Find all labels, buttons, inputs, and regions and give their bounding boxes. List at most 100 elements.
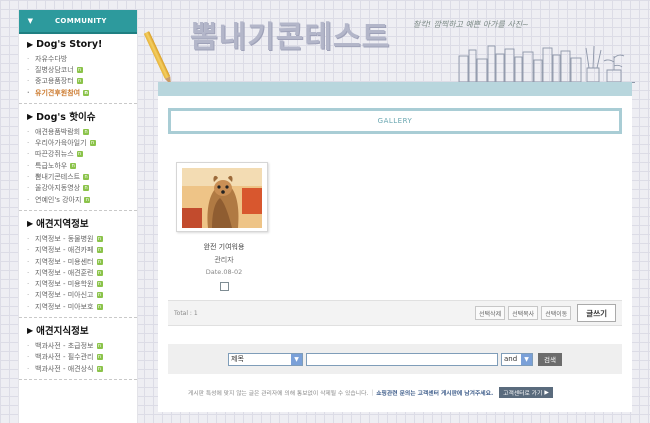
delete-selected-button[interactable]: 선택삭제 [475,306,506,320]
sidebar-section: ▶ 애견지역정보 · 지역정보 - 동물병원 n · 지역정보 - 애견카페 n · 지역정보 -… [19,211,137,319]
customer-center-button[interactable]: 고객센터로 가기 ▶ [499,387,553,398]
bullet-icon: · [27,280,30,289]
sidebar-item[interactable]: · 우리아가육아일기 n [27,137,137,148]
bullet-icon: · [27,246,30,255]
sidebar-section-label: Dog's Story! [36,39,103,50]
item-author: 관리자 [214,256,234,264]
sidebar-section-title[interactable]: ▶ Dog's Story! [27,39,137,50]
sidebar-item-label: 우리아가육아일기 [35,139,87,148]
new-badge-icon: n [84,196,91,203]
new-badge-icon: n [83,174,90,181]
new-badge-icon: n [70,162,77,169]
sidebar-item[interactable]: · 지역정보 - 미용센터 n [27,256,137,267]
community-header-label: COMMUNITY [55,17,107,25]
sidebar-item[interactable]: · 지역정보 - 애견카페 n [27,245,137,256]
customer-center-label: 고객센터로 가기 [503,391,543,397]
sidebar-item[interactable]: · 중고용품장터 n [27,76,137,87]
item-select-checkbox[interactable] [219,282,229,291]
search-button[interactable]: 검색 [538,352,562,366]
sidebar-item[interactable]: · 백과사전 - 애견상식 n [27,363,137,374]
sidebar-item-label: 따끈강쥐뉴스 [35,150,74,159]
item-date: Date.08-02 [205,268,243,276]
sidebar-item[interactable]: · 백과사전 - 필수관리 n [27,352,137,363]
sidebar-item-label: 질병상담코너 [35,65,74,74]
write-button[interactable]: 글쓰기 [577,304,616,322]
sidebar-item-label: 애견용품박람회 [35,127,81,136]
sidebar-item[interactable]: · 애견용품박람회 n [27,126,137,137]
sidebar-item[interactable]: · 유기견후원참여 n [27,87,137,98]
sidebar-item[interactable]: · 지역정보 - 미용학원 n [27,278,137,289]
sidebar-item[interactable]: · 뽐내기콘테스트 n [27,171,137,182]
bullet-icon: · [27,150,30,159]
bullet-icon: · [27,65,30,74]
sidebar-item-label: 지역정보 - 애견훈련 [35,268,94,277]
new-badge-icon: n [76,151,83,158]
community-header[interactable]: ▼ COMMUNITY [19,10,137,34]
search-field-select[interactable]: 제목 ▼ [228,352,304,366]
sidebar-item-label: 중고용품장터 [35,77,74,86]
sidebar-item-label: 지역정보 - 미아신고 [35,291,94,300]
gallery-title-box: GALLERY [168,108,622,134]
triangle-right-icon: ▶ [27,218,34,228]
bullet-icon: · [27,234,30,243]
copy-selected-button[interactable]: 선택복사 [508,306,539,320]
new-badge-icon: n [96,247,103,254]
bullet-icon: · [27,127,30,136]
sidebar-item[interactable]: · 특급노하우 n [27,160,137,171]
sidebar-item-label: 유기견후원참여 [35,88,81,97]
item-title[interactable]: 완전 기여워용 [176,242,272,252]
sidebar-item[interactable]: · 따끈강쥐뉴스 n [27,149,137,160]
sidebar-item[interactable]: · 지역정보 - 동물병원 n [27,233,137,244]
sidebar-item-label: 자유수다방 [35,54,68,63]
sidebar-item-label: 백과사전 - 애견상식 [35,364,94,373]
search-operator-select[interactable]: and ▼ [501,352,534,366]
bullet-icon: · [27,291,30,300]
sidebar-section-title[interactable]: ▶ 애견지역정보 [27,216,137,231]
new-badge-icon: n [76,66,83,73]
sidebar-section-title[interactable]: ▶ Dog's 핫이슈 [27,109,137,124]
new-badge-icon: n [76,78,83,85]
new-badge-icon: n [83,128,90,135]
new-badge-icon: n [96,292,103,299]
new-badge-icon: n [96,258,103,265]
sidebar-item[interactable]: · 연예인's 강아지 n [27,194,137,205]
sidebar-item[interactable]: · 지역정보 - 미아신고 n [27,290,137,301]
sidebar-item[interactable]: · 울강아지동영상 n [27,183,137,194]
total-count: Total : 1 [174,309,198,317]
notice-separator: | [371,389,374,396]
search-input[interactable] [306,352,499,366]
sidebar-item-label: 특급노하우 [35,161,68,170]
sidebar-section: ▶ Dog's 핫이슈 · 애견용품박람회 n · 우리아가육아일기 n · 따끈강쥐뉴스 n · 특급… [19,104,137,212]
sidebar-item-label: 지역정보 - 미용학원 [35,280,94,289]
notice-cs-text: 쇼핑관련 문의는 고객센터 게시판에 남겨주세요. [376,391,494,397]
pencil-illustration [143,31,171,79]
bullet-icon: · [27,77,30,86]
new-badge-icon: n [96,365,103,372]
bullet-icon: · [27,88,30,97]
gallery-item[interactable]: 완전 기여워용 관리자 Date.08-02 [176,162,272,293]
sidebar-item[interactable]: · 지역정보 - 애견훈련 n [27,267,137,278]
move-selected-button[interactable]: 선택이동 [541,306,572,320]
chevron-down-icon: ▼ [27,16,34,25]
dog-photo [182,168,262,228]
sidebar-item[interactable]: · 자유수다방 [27,53,137,64]
sidebar-section-title[interactable]: ▶ 애견지식정보 [27,323,137,338]
sidebar-section-label: Dog's 핫이슈 [36,112,96,124]
new-badge-icon: n [96,354,103,361]
bullet-icon: · [27,364,30,373]
new-badge-icon: n [96,235,103,242]
notice-text: 게시판 특성에 맞지 않는 글은 관리자에 의해 통보없이 삭제될 수 있습니다… [188,391,369,397]
bullet-icon: · [27,54,30,63]
sidebar-item[interactable]: · 백과사전 - 초급정보 n [27,340,137,351]
sidebar-item-label: 백과사전 - 초급정보 [35,341,94,350]
page-header: 뽐내기콘테스트 찰칵! 깜찍하고 예쁜 아가를 사진~ [143,0,640,85]
sidebar-item[interactable]: · 질병상담코너 n [27,64,137,75]
new-badge-icon: n [96,303,103,310]
sidebar-section-label: 애견지식정보 [36,326,89,338]
gallery-thumbnail[interactable] [176,162,268,232]
new-badge-icon: n [96,281,103,288]
sidebar-item-label: 뽐내기콘테스트 [35,173,81,182]
bullet-icon: · [27,268,30,277]
sidebar-item[interactable]: · 지역정보 - 미아보호 n [27,301,137,312]
sidebar-section: ▶ 애견지식정보 · 백과사전 - 초급정보 n · 백과사전 - 필수관리 n · 백과사전 -… [19,318,137,381]
